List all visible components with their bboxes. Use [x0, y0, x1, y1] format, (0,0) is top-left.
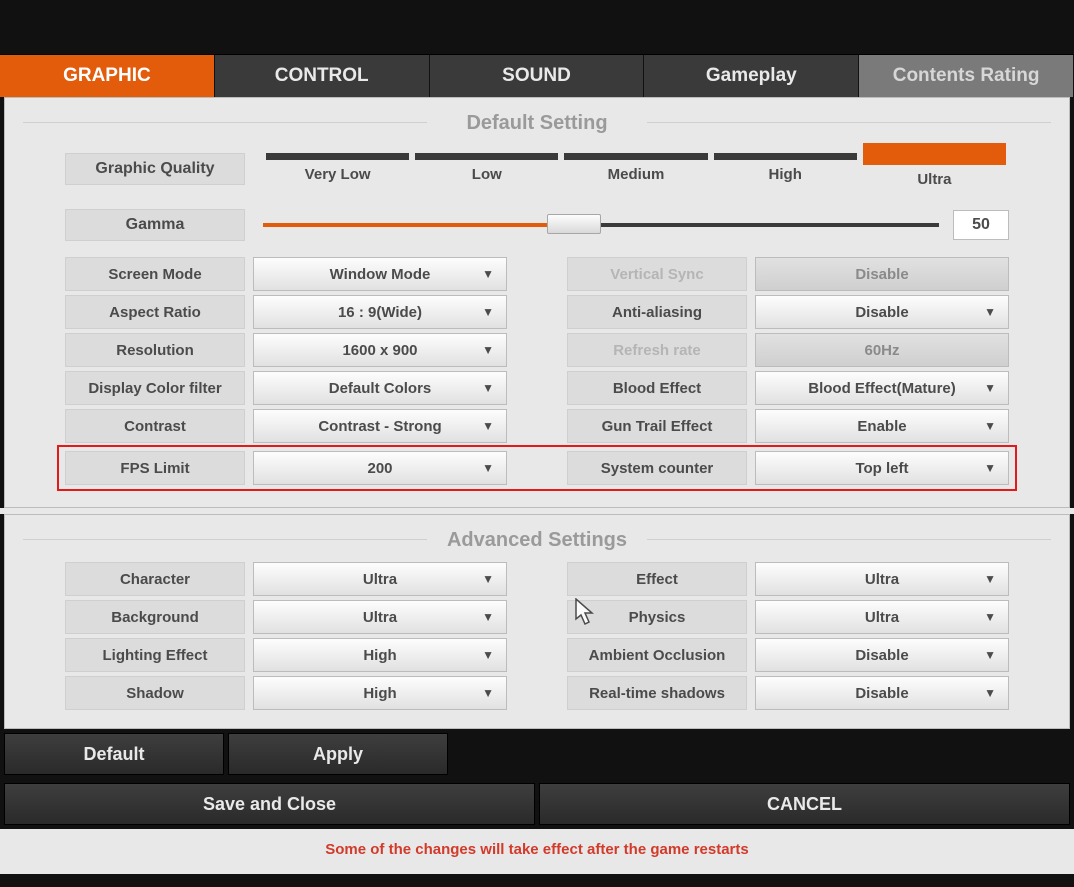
refresh-label: Refresh rate: [567, 333, 747, 367]
default-panel: Default Setting Graphic Quality Very Low…: [4, 97, 1070, 508]
tab-rating[interactable]: Contents Rating: [859, 55, 1074, 97]
rts-dropdown[interactable]: Disable▼: [755, 676, 1009, 710]
lighting-dropdown[interactable]: High▼: [253, 638, 507, 672]
gamma-value[interactable]: 50: [953, 210, 1009, 240]
effect-label: Effect: [567, 562, 747, 596]
fpslimit-label: FPS Limit: [65, 451, 245, 485]
chevron-down-icon: ▼: [984, 381, 996, 395]
syscounter-dropdown[interactable]: Top left▼: [755, 451, 1009, 485]
effect-dropdown[interactable]: Ultra▼: [755, 562, 1009, 596]
chevron-down-icon: ▼: [482, 343, 494, 357]
resolution-label: Resolution: [65, 333, 245, 367]
guntrail-dropdown[interactable]: Enable▼: [755, 409, 1009, 443]
apply-button[interactable]: Apply: [228, 733, 448, 775]
chevron-down-icon: ▼: [482, 610, 494, 624]
chevron-down-icon: ▼: [984, 572, 996, 586]
background-dropdown[interactable]: Ultra▼: [253, 600, 507, 634]
chevron-down-icon: ▼: [482, 572, 494, 586]
tab-control[interactable]: CONTROL: [215, 55, 430, 97]
highlight-row: FPS Limit 200▼ System counter Top left▼: [57, 445, 1017, 491]
graphic-quality-bar[interactable]: Very Low Low Medium High Ultra: [263, 151, 1009, 187]
fpslimit-dropdown[interactable]: 200▼: [253, 451, 507, 485]
default-button[interactable]: Default: [4, 733, 224, 775]
vsync-dropdown: Disable: [755, 257, 1009, 291]
save-button[interactable]: Save and Close: [4, 783, 535, 825]
gamma-row: Gamma 50: [65, 209, 1009, 241]
chevron-down-icon: ▼: [482, 686, 494, 700]
resolution-dropdown[interactable]: 1600 x 900▼: [253, 333, 507, 367]
chevron-down-icon: ▼: [984, 419, 996, 433]
refresh-dropdown: 60Hz: [755, 333, 1009, 367]
quality-verylow[interactable]: Very Low: [305, 166, 371, 183]
ao-dropdown[interactable]: Disable▼: [755, 638, 1009, 672]
graphic-quality-label: Graphic Quality: [65, 153, 245, 185]
advanced-settings-grid: Character Ultra▼ Background Ultra▼ Light…: [65, 562, 1009, 710]
cancel-button[interactable]: CANCEL: [539, 783, 1070, 825]
quality-ultra[interactable]: Ultra: [917, 171, 951, 188]
syscounter-label: System counter: [567, 451, 747, 485]
background-label: Background: [65, 600, 245, 634]
aspect-label: Aspect Ratio: [65, 295, 245, 329]
rts-label: Real-time shadows: [567, 676, 747, 710]
chevron-down-icon: ▼: [482, 381, 494, 395]
colorfilter-label: Display Color filter: [65, 371, 245, 405]
chevron-down-icon: ▼: [984, 610, 996, 624]
quality-low[interactable]: Low: [472, 166, 502, 183]
tabs: GRAPHIC CONTROL SOUND Gameplay Contents …: [0, 55, 1074, 97]
settings-window: GRAPHIC CONTROL SOUND Gameplay Contents …: [0, 0, 1074, 887]
blood-label: Blood Effect: [567, 371, 747, 405]
section-title-default: Default Setting: [5, 98, 1069, 145]
shadow-label: Shadow: [65, 676, 245, 710]
vsync-label: Vertical Sync: [567, 257, 747, 291]
lighting-label: Lighting Effect: [65, 638, 245, 672]
advanced-panel: Advanced Settings Character Ultra▼ Backg…: [4, 514, 1070, 729]
graphic-quality-row: Graphic Quality Very Low Low Medium High…: [65, 151, 1009, 187]
chevron-down-icon: ▼: [482, 305, 494, 319]
chevron-down-icon: ▼: [482, 419, 494, 433]
colorfilter-dropdown[interactable]: Default Colors▼: [253, 371, 507, 405]
character-label: Character: [65, 562, 245, 596]
chevron-down-icon: ▼: [482, 648, 494, 662]
small-buttons: Default Apply: [0, 729, 1074, 779]
restart-warning: Some of the changes will take effect aft…: [0, 829, 1074, 874]
quality-high[interactable]: High: [769, 166, 802, 183]
chevron-down-icon: ▼: [482, 267, 494, 281]
ao-label: Ambient Occlusion: [567, 638, 747, 672]
quality-medium[interactable]: Medium: [608, 166, 665, 183]
tab-sound[interactable]: SOUND: [430, 55, 645, 97]
section-title-advanced: Advanced Settings: [5, 515, 1069, 562]
chevron-down-icon: ▼: [984, 305, 996, 319]
window-titlebar: [0, 0, 1074, 55]
character-dropdown[interactable]: Ultra▼: [253, 562, 507, 596]
gamma-slider[interactable]: [263, 220, 939, 230]
physics-label: Physics: [567, 600, 747, 634]
guntrail-label: Gun Trail Effect: [567, 409, 747, 443]
gamma-label: Gamma: [65, 209, 245, 241]
screen-mode-dropdown[interactable]: Window Mode▼: [253, 257, 507, 291]
aspect-dropdown[interactable]: 16 : 9(Wide)▼: [253, 295, 507, 329]
chevron-down-icon: ▼: [984, 648, 996, 662]
default-settings-grid: Screen Mode Window Mode▼ Aspect Ratio 16…: [65, 257, 1009, 443]
tab-gameplay[interactable]: Gameplay: [644, 55, 859, 97]
confirm-buttons: Save and Close CANCEL: [0, 779, 1074, 829]
physics-dropdown[interactable]: Ultra▼: [755, 600, 1009, 634]
chevron-down-icon: ▼: [984, 686, 996, 700]
shadow-dropdown[interactable]: High▼: [253, 676, 507, 710]
contrast-label: Contrast: [65, 409, 245, 443]
tab-graphic[interactable]: GRAPHIC: [0, 55, 215, 97]
aa-dropdown[interactable]: Disable▼: [755, 295, 1009, 329]
chevron-down-icon: ▼: [984, 461, 996, 475]
blood-dropdown[interactable]: Blood Effect(Mature)▼: [755, 371, 1009, 405]
contrast-dropdown[interactable]: Contrast - Strong▼: [253, 409, 507, 443]
aa-label: Anti-aliasing: [567, 295, 747, 329]
chevron-down-icon: ▼: [482, 461, 494, 475]
screen-mode-label: Screen Mode: [65, 257, 245, 291]
